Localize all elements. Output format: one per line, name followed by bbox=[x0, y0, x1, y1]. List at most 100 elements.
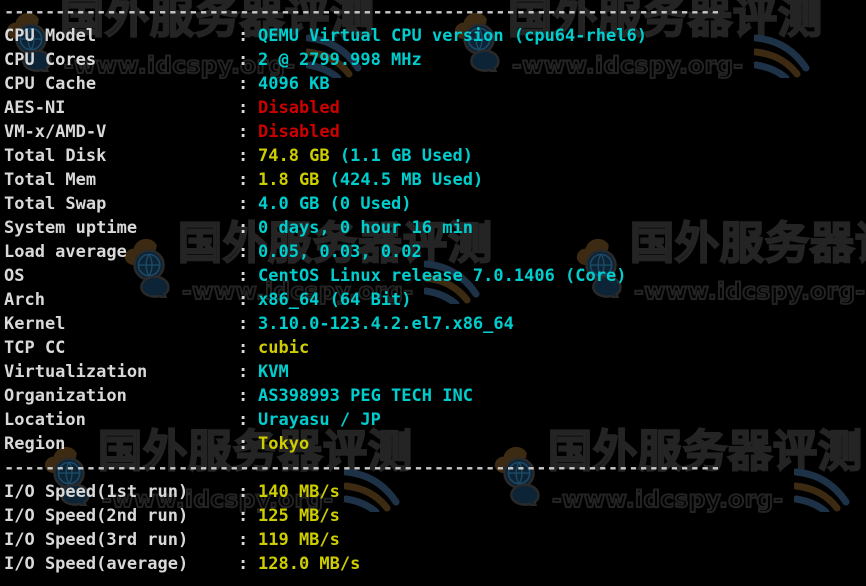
field-colon: : bbox=[238, 266, 249, 286]
system-info-value: Urayasu / JP bbox=[258, 410, 381, 430]
system-info-row: OS: CentOS Linux release 7.0.1406 (Core) bbox=[0, 264, 866, 288]
system-info-value: Disabled bbox=[258, 98, 340, 118]
system-info-value: 74.8 GB bbox=[258, 146, 330, 166]
io-speed-label: I/O Speed(3rd run) bbox=[4, 530, 189, 550]
system-info-label: Virtualization bbox=[4, 362, 148, 382]
system-info-label: System uptime bbox=[4, 218, 138, 238]
system-info-row: CPU Cache:4096 KB bbox=[0, 72, 866, 96]
io-speed-row: I/O Speed(average):128.0 MB/s bbox=[0, 552, 866, 576]
system-info-value-group: 0 days, 0 hour 16 min bbox=[258, 216, 473, 240]
system-info-value-group: AS398993 PEG TECH INC bbox=[258, 384, 473, 408]
system-info-label: Region bbox=[4, 434, 66, 454]
system-info-value: QEMU Virtual CPU version (cpu64-rhel6) bbox=[258, 26, 647, 46]
system-info-row: CPU Cores:2 @ 2799.998 MHz bbox=[0, 48, 866, 72]
field-colon: : bbox=[238, 362, 249, 382]
system-info-value: Tokyo bbox=[258, 434, 310, 454]
io-speed-value-group: 119 MB/s bbox=[258, 528, 340, 552]
io-speed-value: 125 MB/s bbox=[258, 506, 340, 526]
system-info-label: Total Swap bbox=[4, 194, 107, 214]
field-colon: : bbox=[238, 146, 249, 166]
field-colon: : bbox=[238, 506, 249, 526]
terminal-window: 国外服务器评测 -www.idcspy.org- 国外服务器评测 -www.id… bbox=[0, 0, 866, 586]
system-info-value: 1.8 GB bbox=[258, 170, 320, 190]
separator-top: ----------------------------------------… bbox=[4, 2, 721, 22]
system-info-row: Total Disk:74.8 GB (1.1 GB Used) bbox=[0, 144, 866, 168]
field-colon: : bbox=[238, 386, 249, 406]
field-colon: : bbox=[238, 530, 249, 550]
system-info-value-group: KVM bbox=[258, 360, 289, 384]
system-info-label: Location bbox=[4, 410, 86, 430]
field-colon: : bbox=[238, 170, 249, 190]
system-info-label: CPU Cache bbox=[4, 74, 97, 94]
system-info-row: Arch: x86_64 (64 Bit) bbox=[0, 288, 866, 312]
field-colon: : bbox=[238, 74, 249, 94]
system-info-label: AES-NI bbox=[4, 98, 66, 118]
system-info-value-group: 3.10.0-123.4.2.el7.x86_64 bbox=[258, 312, 514, 336]
system-info-value: 0 days, 0 hour 16 min bbox=[258, 218, 473, 238]
system-info-value: CentOS Linux release 7.0.1406 (Core) bbox=[258, 266, 627, 286]
io-speed-label: I/O Speed(average) bbox=[4, 554, 189, 574]
field-colon: : bbox=[238, 482, 249, 502]
system-info-row: Kernel:3.10.0-123.4.2.el7.x86_64 bbox=[0, 312, 866, 336]
field-colon: : bbox=[238, 338, 249, 358]
system-info-row: Region: Tokyo bbox=[0, 432, 866, 456]
field-colon: : bbox=[238, 290, 249, 310]
system-info-value-group: 74.8 GB (1.1 GB Used) bbox=[258, 144, 473, 168]
field-colon: : bbox=[238, 122, 249, 142]
io-speed-section: I/O Speed(1st run):140 MB/s I/O Speed(2nd… bbox=[0, 480, 866, 576]
system-info-row: Organization: AS398993 PEG TECH INC bbox=[0, 384, 866, 408]
system-info-value-group: CentOS Linux release 7.0.1406 (Core) bbox=[258, 264, 626, 288]
system-info-label: Total Disk bbox=[4, 146, 107, 166]
field-colon: : bbox=[238, 50, 249, 70]
io-speed-value: 140 MB/s bbox=[258, 482, 340, 502]
system-info-row: TCP CC: cubic bbox=[0, 336, 866, 360]
system-info-label: Load average bbox=[4, 242, 127, 262]
system-info-value-group: Disabled bbox=[258, 120, 340, 144]
io-speed-value-group: 128.0 MB/s bbox=[258, 552, 360, 576]
system-info-row: Virtualization: KVM bbox=[0, 360, 866, 384]
system-info-label: Kernel bbox=[4, 314, 66, 334]
field-colon: : bbox=[238, 218, 249, 238]
system-info-row: System uptime:0 days, 0 hour 16 min bbox=[0, 216, 866, 240]
system-info-value-secondary: (424.5 MB Used) bbox=[319, 170, 484, 190]
field-colon: : bbox=[238, 26, 249, 46]
system-info-value-group: QEMU Virtual CPU version (cpu64-rhel6) bbox=[258, 24, 647, 48]
system-info-label: Organization bbox=[4, 386, 127, 406]
io-speed-label: I/O Speed(1st run) bbox=[4, 482, 189, 502]
system-info-value-group: cubic bbox=[258, 336, 309, 360]
terminal-output: ----------------------------------------… bbox=[0, 0, 866, 586]
system-info-value: x86_64 (64 Bit) bbox=[258, 290, 412, 310]
system-info-value-secondary: (1.1 GB Used) bbox=[329, 146, 473, 166]
field-colon: : bbox=[238, 242, 249, 262]
field-colon: : bbox=[238, 314, 249, 334]
system-info-row: CPU Model: QEMU Virtual CPU version (cpu6… bbox=[0, 24, 866, 48]
system-info-value: 2 @ 2799.998 MHz bbox=[258, 50, 422, 70]
system-info-value-group: 2 @ 2799.998 MHz bbox=[258, 48, 422, 72]
system-info-value-group: 0.05, 0.03, 0.02 bbox=[258, 240, 422, 264]
io-speed-value: 128.0 MB/s bbox=[258, 554, 361, 574]
io-speed-row: I/O Speed(2nd run):125 MB/s bbox=[0, 504, 866, 528]
system-info-label: TCP CC bbox=[4, 338, 66, 358]
system-info-row: VM-x/AMD-V: Disabled bbox=[0, 120, 866, 144]
system-info-label: CPU Model bbox=[4, 26, 97, 46]
system-info-value-group: 4096 KB bbox=[258, 72, 330, 96]
system-info-section: CPU Model: QEMU Virtual CPU version (cpu6… bbox=[0, 24, 866, 456]
field-colon: : bbox=[238, 434, 249, 454]
separator-bottom: ----------------------------------------… bbox=[0, 576, 866, 586]
system-info-row: Load average:0.05, 0.03, 0.02 bbox=[0, 240, 866, 264]
system-info-value-group: Disabled bbox=[258, 96, 340, 120]
field-colon: : bbox=[238, 554, 249, 574]
io-speed-row: I/O Speed(1st run):140 MB/s bbox=[0, 480, 866, 504]
system-info-value-group: Tokyo bbox=[258, 432, 309, 456]
io-speed-value-group: 140 MB/s bbox=[258, 480, 340, 504]
system-info-label: Arch bbox=[4, 290, 45, 310]
system-info-value: cubic bbox=[258, 338, 310, 358]
io-speed-row: I/O Speed(3rd run):119 MB/s bbox=[0, 528, 866, 552]
io-speed-value: 119 MB/s bbox=[258, 530, 340, 550]
system-info-value: KVM bbox=[258, 362, 289, 382]
field-colon: : bbox=[238, 410, 249, 430]
field-colon: : bbox=[238, 98, 249, 118]
system-info-label: CPU Cores bbox=[4, 50, 97, 70]
system-info-value: 0.05, 0.03, 0.02 bbox=[258, 242, 422, 262]
separator-middle: ----------------------------------------… bbox=[4, 458, 721, 478]
